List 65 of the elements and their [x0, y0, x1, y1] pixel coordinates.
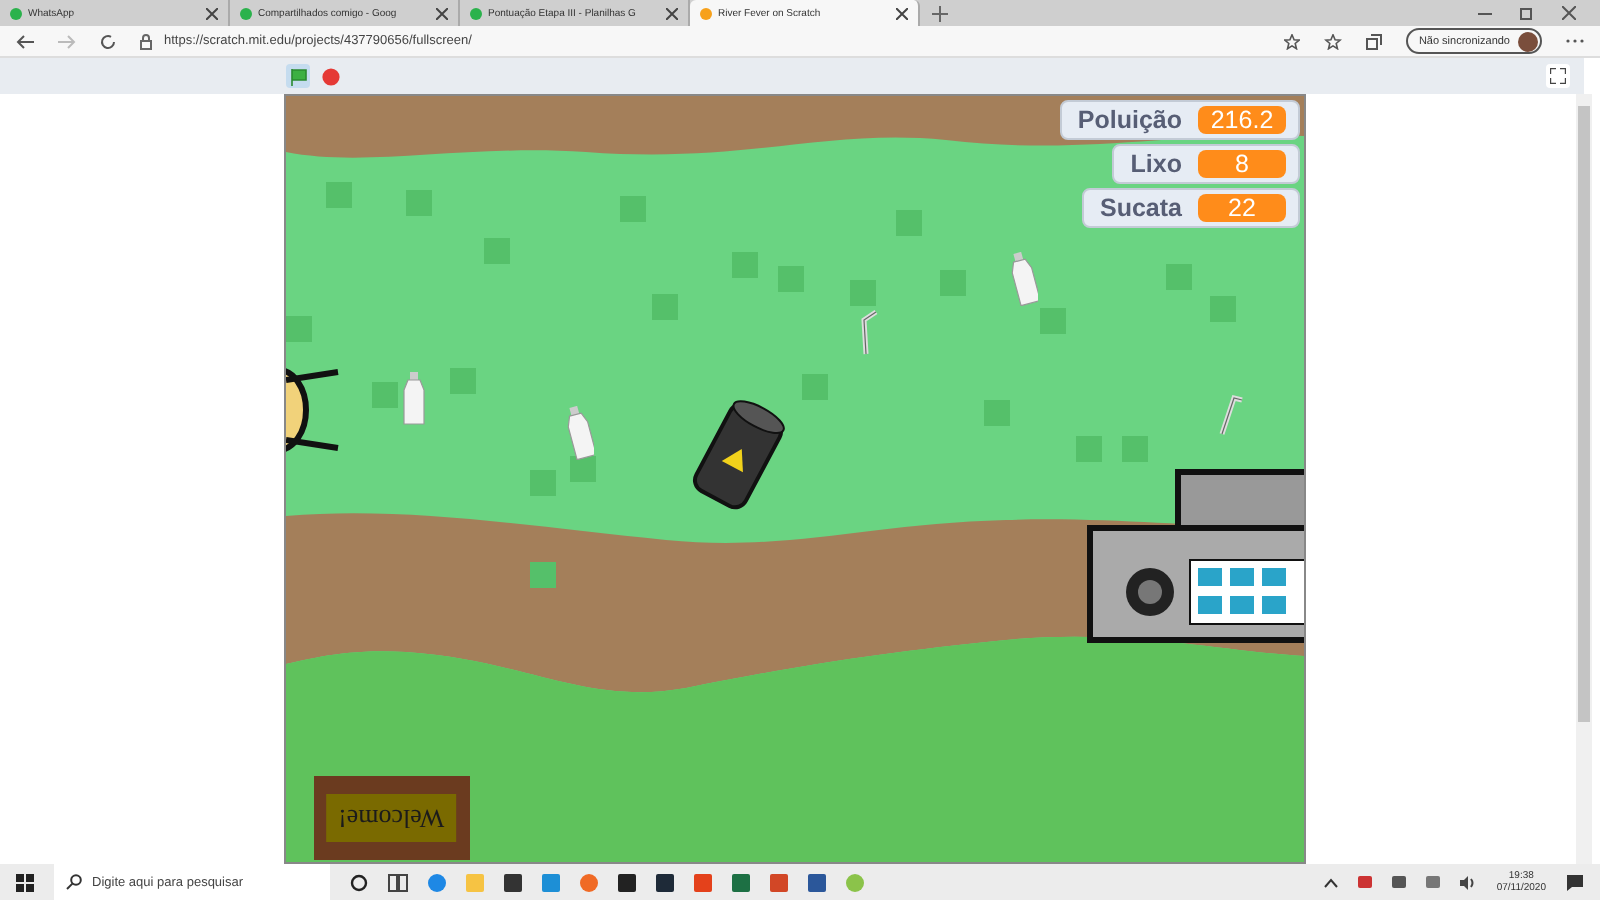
close-icon[interactable]: [206, 7, 218, 19]
grass-tuft: [484, 238, 510, 264]
lock-icon: [140, 33, 152, 49]
grass-tuft: [732, 252, 758, 278]
bottle-drawing: [566, 406, 594, 460]
site-icon: [470, 7, 482, 19]
close-icon[interactable]: [436, 7, 448, 19]
collections-icon[interactable]: [1366, 33, 1383, 49]
site-icon: [240, 7, 252, 19]
grass-tuft: [1122, 436, 1148, 462]
grass-tuft: [896, 210, 922, 236]
grass-tuft: [1166, 264, 1192, 290]
grass-tuft: [286, 316, 312, 342]
grass-tuft: [984, 400, 1010, 426]
site-icon: [700, 7, 712, 19]
close-icon[interactable]: [1562, 6, 1576, 20]
grass-tuft: [850, 280, 876, 306]
windows-start-icon[interactable]: [16, 873, 34, 891]
grass-tuft: [802, 374, 828, 400]
straw-drawing: [860, 308, 880, 356]
avatar-icon: [1518, 31, 1538, 51]
run-flag-button[interactable]: [286, 64, 310, 88]
close-icon[interactable]: [666, 7, 678, 19]
variable-label: Lixo: [1130, 150, 1182, 178]
grass-tuft: [372, 382, 398, 408]
site-icon: [10, 7, 22, 19]
star-icon[interactable]: [1284, 33, 1301, 49]
stop-button[interactable]: [322, 67, 340, 85]
variable-label: Sucata: [1100, 194, 1182, 222]
grass-tuft: [406, 190, 432, 216]
grass-tuft: [530, 470, 556, 496]
variable-label: Poluição: [1077, 106, 1182, 134]
variable-value: 8: [1198, 150, 1286, 178]
search-icon: [66, 874, 82, 890]
speaker-icon[interactable]: [1460, 875, 1477, 889]
task-view-icon[interactable]: [388, 873, 408, 891]
cortana-circle-icon[interactable]: [350, 873, 368, 891]
close-icon[interactable]: [896, 7, 908, 19]
grass-tuft: [940, 270, 966, 296]
grass-tuft: [1076, 436, 1102, 462]
caret-up-icon[interactable]: [1324, 877, 1339, 887]
favorites-icon[interactable]: [1324, 33, 1343, 49]
grass-tuft: [570, 456, 596, 482]
grass-tuft: [450, 368, 476, 394]
new-tab-icon[interactable]: [932, 5, 948, 21]
fullscreen-button[interactable]: [1546, 64, 1570, 88]
more-icon[interactable]: [1566, 38, 1584, 44]
bottle-drawing: [1010, 252, 1038, 306]
scrollbar[interactable]: [1576, 94, 1592, 864]
bottle-drawing: [402, 372, 426, 426]
grass-tuft: [530, 562, 556, 588]
grass-tuft: [1210, 296, 1236, 322]
grass-tuft: [326, 182, 352, 208]
welcome-sign: Welcome!: [314, 776, 470, 860]
grass-tuft: [652, 294, 678, 320]
reload-icon[interactable]: [100, 33, 116, 49]
grass-tuft: [778, 266, 804, 292]
notification-icon[interactable]: [1566, 873, 1584, 891]
straw-drawing: [1218, 392, 1246, 436]
grass-tuft: [620, 196, 646, 222]
restore-icon[interactable]: [1520, 6, 1534, 20]
variable-value: 216.2: [1198, 106, 1286, 134]
grass-tuft: [1040, 308, 1066, 334]
variable-value: 22: [1198, 194, 1286, 222]
back-arrow-icon[interactable]: [16, 33, 34, 49]
